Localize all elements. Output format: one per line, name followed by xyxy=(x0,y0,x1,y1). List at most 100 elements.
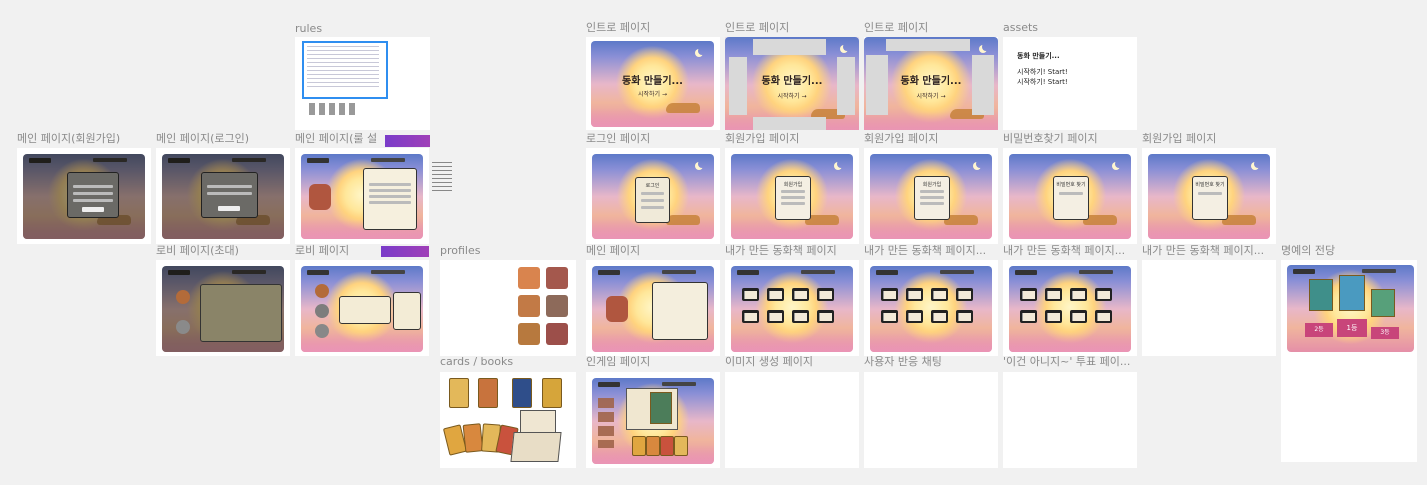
frame-signup-1[interactable]: 회원가입 xyxy=(725,148,859,244)
placeholder-box xyxy=(837,57,855,115)
frame-label-profiles[interactable]: profiles xyxy=(440,245,480,257)
frame-signup-2[interactable]: 회원가입 xyxy=(864,148,998,244)
frame-label-ingame[interactable]: 인게임 페이지 xyxy=(586,356,650,368)
frame-label-my-books-1[interactable]: 내가 만든 동화책 페이지 xyxy=(725,245,837,257)
frame-my-books-4[interactable] xyxy=(1142,260,1276,356)
signup-card[interactable]: 회원가입 xyxy=(914,176,950,220)
player-avatar xyxy=(315,324,329,338)
frame-label-main-signup[interactable]: 메인 페이지(회원가입) xyxy=(17,133,120,145)
options-panel[interactable] xyxy=(393,292,421,330)
signup-card[interactable]: 회원가입 xyxy=(775,176,811,220)
settings-panel[interactable] xyxy=(339,296,391,324)
hand-card[interactable] xyxy=(646,436,660,456)
frame-login[interactable]: 로그인 xyxy=(586,148,720,244)
frame-label-find-password[interactable]: 비밀번호찾기 페이지 xyxy=(1003,133,1098,145)
frame-main-rules[interactable] xyxy=(295,148,429,244)
placeholder-box xyxy=(866,55,888,115)
frame-hall-of-fame[interactable]: 2등 1등 3등 xyxy=(1281,260,1417,462)
frame-label-main-login[interactable]: 메인 페이지(로그인) xyxy=(156,133,249,145)
login-button[interactable] xyxy=(218,206,240,211)
profile-avatar xyxy=(546,267,568,289)
frame-ingame[interactable] xyxy=(586,372,720,468)
frame-label-main-rules[interactable]: 메인 페이지(룰 설 xyxy=(295,133,377,145)
frame-label-my-books-2[interactable]: 내가 만든 동화책 페이지... xyxy=(864,245,986,257)
placeholder-box xyxy=(972,55,994,115)
frame-label-login[interactable]: 로그인 페이지 xyxy=(586,133,650,145)
player-avatar xyxy=(315,304,329,318)
frame-label-lobby-invite[interactable]: 로비 페이지(초대) xyxy=(156,245,239,257)
character-illustration xyxy=(606,296,628,322)
character-illustration xyxy=(309,184,331,210)
frame-label-main[interactable]: 메인 페이지 xyxy=(586,245,640,257)
frame-signup-3[interactable]: 비밀번호 찾기 xyxy=(1142,148,1276,244)
frame-vote[interactable] xyxy=(1003,372,1137,468)
frame-label-signup-2[interactable]: 회원가입 페이지 xyxy=(864,133,938,145)
login-modal[interactable] xyxy=(201,172,258,218)
hand-card[interactable] xyxy=(660,436,674,456)
signup-button[interactable] xyxy=(82,207,104,212)
frame-label-image-gen[interactable]: 이미지 생성 페이지 xyxy=(725,356,813,368)
frame-label-my-books-4[interactable]: 내가 만든 동화책 페이지... xyxy=(1142,245,1264,257)
tarot-card xyxy=(449,378,469,408)
game-title: 동화 만들기... xyxy=(761,75,823,87)
invite-modal[interactable] xyxy=(200,284,282,342)
rules-icons xyxy=(309,103,355,115)
frame-label-rules[interactable]: rules xyxy=(295,23,322,35)
frame-rules[interactable] xyxy=(295,37,430,130)
frame-assets[interactable]: 동화 만들기... 시작하기! Start! 시작하기! Start! xyxy=(1003,37,1137,130)
frame-user-reaction[interactable] xyxy=(864,372,998,468)
frame-label-intro-2[interactable]: 인트로 페이지 xyxy=(725,22,789,34)
frame-intro-3[interactable]: 동화 만들기... 시작하기 → xyxy=(864,37,998,130)
profile-avatar xyxy=(518,323,540,345)
frame-label-signup-3[interactable]: 회원가입 페이지 xyxy=(1142,133,1216,145)
frame-profiles[interactable] xyxy=(440,260,576,356)
login-card[interactable]: 로그인 xyxy=(635,177,670,223)
frame-intro-1[interactable]: 동화 만들기... 시작하기 → xyxy=(586,37,720,130)
start-button[interactable]: 시작하기 → xyxy=(638,89,667,98)
frame-find-password[interactable]: 비밀번호 찾기 xyxy=(1003,148,1137,244)
start-button[interactable]: 시작하기 → xyxy=(777,91,806,100)
frame-my-books-3[interactable] xyxy=(1003,260,1137,356)
menu-panel[interactable] xyxy=(652,282,708,340)
frame-label-intro-1[interactable]: 인트로 페이지 xyxy=(586,22,650,34)
frame-label-signup-1[interactable]: 회원가입 페이지 xyxy=(725,133,799,145)
frame-my-books-2[interactable] xyxy=(864,260,998,356)
book-cover xyxy=(1339,275,1365,311)
story-image xyxy=(650,392,672,424)
player-avatar xyxy=(176,320,190,334)
frame-label-user-reaction[interactable]: 사용자 반응 채팅 xyxy=(864,356,942,368)
player-avatar xyxy=(315,284,329,298)
frame-label-lobby[interactable]: 로비 페이지 xyxy=(295,245,349,257)
frame-cards-books[interactable] xyxy=(440,372,576,468)
tarot-card xyxy=(542,378,562,408)
frame-my-books-1[interactable] xyxy=(725,260,859,356)
login-title: 로그인 xyxy=(645,183,660,189)
frame-lobby-invite[interactable] xyxy=(156,260,290,356)
player-avatar xyxy=(176,290,190,304)
start-button[interactable]: 시작하기 → xyxy=(916,91,945,100)
hand-card[interactable] xyxy=(674,436,688,456)
find-password-card[interactable]: 비밀번호 찾기 xyxy=(1053,176,1089,220)
books-screenshot xyxy=(870,266,992,352)
frame-label-cards-books[interactable]: cards / books xyxy=(440,356,513,368)
frame-label-my-books-3[interactable]: 내가 만든 동화책 페이지... xyxy=(1003,245,1125,257)
frame-label-vote[interactable]: '이건 아니지~' 투표 페이... xyxy=(1003,356,1130,368)
frame-lobby[interactable] xyxy=(295,260,429,356)
frame-label-intro-3[interactable]: 인트로 페이지 xyxy=(864,22,928,34)
frame-main-login[interactable] xyxy=(156,148,290,244)
hand-card[interactable] xyxy=(632,436,646,456)
profile-avatar xyxy=(546,323,568,345)
frame-image-gen[interactable] xyxy=(725,372,859,468)
signup-modal[interactable] xyxy=(67,172,119,218)
asset-title-text: 동화 만들기... xyxy=(1017,52,1060,60)
frame-main-signup[interactable] xyxy=(17,148,151,244)
frame-intro-2[interactable]: 동화 만들기... 시작하기 → xyxy=(725,37,859,130)
frame-main[interactable] xyxy=(586,260,720,356)
frame-label-assets[interactable]: assets xyxy=(1003,22,1038,34)
placeholder-box xyxy=(729,57,747,115)
profile-avatar xyxy=(518,295,540,317)
side-notes xyxy=(432,162,452,192)
placeholder-box xyxy=(753,39,826,55)
frame-label-hall-of-fame[interactable]: 명예의 전당 xyxy=(1281,245,1335,257)
signup-card[interactable]: 비밀번호 찾기 xyxy=(1192,176,1228,220)
